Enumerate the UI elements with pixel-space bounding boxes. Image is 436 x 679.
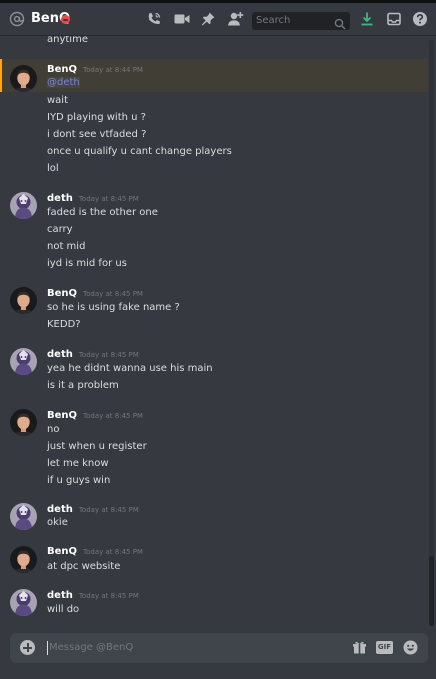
message-author[interactable]: BenQ Today at 8:45 PM <box>47 546 143 558</box>
dnd-status-icon <box>61 15 70 24</box>
message-author[interactable]: deth Today at 8:45 PM <box>47 193 139 205</box>
gif-button[interactable]: GIF <box>376 641 393 654</box>
inbox-icon[interactable] <box>386 11 404 29</box>
author-name: deth <box>47 349 73 360</box>
message-list[interactable]: anytime BenQ Today at 8:44 PM @deth wait … <box>0 36 428 626</box>
message-timestamp: Today at 8:45 PM <box>83 412 143 420</box>
avatar-benq[interactable] <box>10 546 37 573</box>
avatar-benq[interactable] <box>10 409 37 436</box>
message-line: so he is using fake name ? <box>47 302 180 313</box>
message-timestamp: Today at 8:45 PM <box>78 195 139 203</box>
message-timestamp: Today at 8:45 PM <box>83 548 143 556</box>
message-line: lol <box>47 163 59 174</box>
phone-call-icon[interactable] <box>146 11 164 29</box>
avatar-deth[interactable] <box>10 348 37 375</box>
author-name: BenQ <box>47 546 78 557</box>
message-line: i dont see vtfaded ? <box>47 129 147 140</box>
message-author[interactable]: BenQ Today at 8:45 PM <box>47 288 143 300</box>
author-name: BenQ <box>47 64 78 75</box>
message-line: yea he didnt wanna use his main <box>47 363 213 374</box>
message-line: IYD playing with u ? <box>47 112 146 123</box>
message-timestamp: Today at 8:45 PM <box>78 592 139 600</box>
message-timestamp: Today at 8:45 PM <box>83 290 143 298</box>
message-author[interactable]: BenQ Today at 8:44 PM <box>47 64 143 76</box>
author-name: deth <box>47 590 73 601</box>
message-line: @deth <box>47 76 80 90</box>
message-line: carry <box>47 224 73 235</box>
add-friend-icon[interactable] <box>226 11 244 29</box>
message-line: not mid <box>47 241 86 252</box>
search-icon <box>334 15 346 30</box>
scrollbar-thumb[interactable] <box>429 556 434 626</box>
message-line: faded is the other one <box>47 207 158 218</box>
message-timestamp: Today at 8:44 PM <box>83 66 143 74</box>
author-name: BenQ <box>47 288 78 299</box>
video-call-icon[interactable] <box>173 11 191 29</box>
message-line: okie <box>47 517 68 528</box>
message-line: wait <box>47 95 69 106</box>
emoji-icon[interactable] <box>403 640 418 655</box>
message-line: at dpc website <box>47 561 121 572</box>
message-line: let me know <box>47 458 109 469</box>
help-icon[interactable] <box>412 11 430 29</box>
message-line: KEDD? <box>47 319 81 330</box>
message-line: once u qualify u cant change players <box>47 146 232 157</box>
user-mention[interactable]: @deth <box>47 77 80 88</box>
author-name: deth <box>47 193 73 204</box>
search-input[interactable]: Search <box>252 12 350 30</box>
message-line: if u guys win <box>47 475 111 486</box>
author-name: BenQ <box>47 410 78 421</box>
message-author[interactable]: deth Today at 8:45 PM <box>47 504 139 516</box>
avatar-benq[interactable] <box>10 287 37 314</box>
message-line: iyd is mid for us <box>47 258 127 269</box>
pin-icon[interactable] <box>200 11 218 29</box>
message-line: will do <box>47 604 80 615</box>
message-line: no <box>47 424 60 435</box>
avatar-benq[interactable] <box>10 65 37 92</box>
message-line: just when u register <box>47 441 147 452</box>
gift-icon[interactable] <box>352 640 367 655</box>
channel-header: BenQ Search <box>0 0 436 36</box>
message-line: anytime <box>47 36 88 45</box>
avatar-deth[interactable] <box>10 589 37 616</box>
text-caret <box>47 641 48 655</box>
search-placeholder: Search <box>256 15 291 26</box>
download-icon[interactable] <box>359 11 377 29</box>
upload-plus-icon[interactable] <box>20 640 35 655</box>
message-timestamp: Today at 8:45 PM <box>78 506 139 514</box>
message-composer[interactable]: Message @BenQ GIF <box>10 633 428 663</box>
scrollbar-track[interactable] <box>429 40 434 626</box>
avatar-deth[interactable] <box>10 192 37 219</box>
avatar-deth[interactable] <box>10 503 37 530</box>
message-timestamp: Today at 8:45 PM <box>78 351 139 359</box>
message-line: is it a problem <box>47 380 119 391</box>
message-author[interactable]: BenQ Today at 8:45 PM <box>47 410 143 422</box>
at-icon <box>9 11 25 27</box>
message-input-placeholder[interactable]: Message @BenQ <box>49 641 133 655</box>
author-name: deth <box>47 504 73 515</box>
message-author[interactable]: deth Today at 8:45 PM <box>47 590 139 602</box>
message-author[interactable]: deth Today at 8:45 PM <box>47 349 139 361</box>
